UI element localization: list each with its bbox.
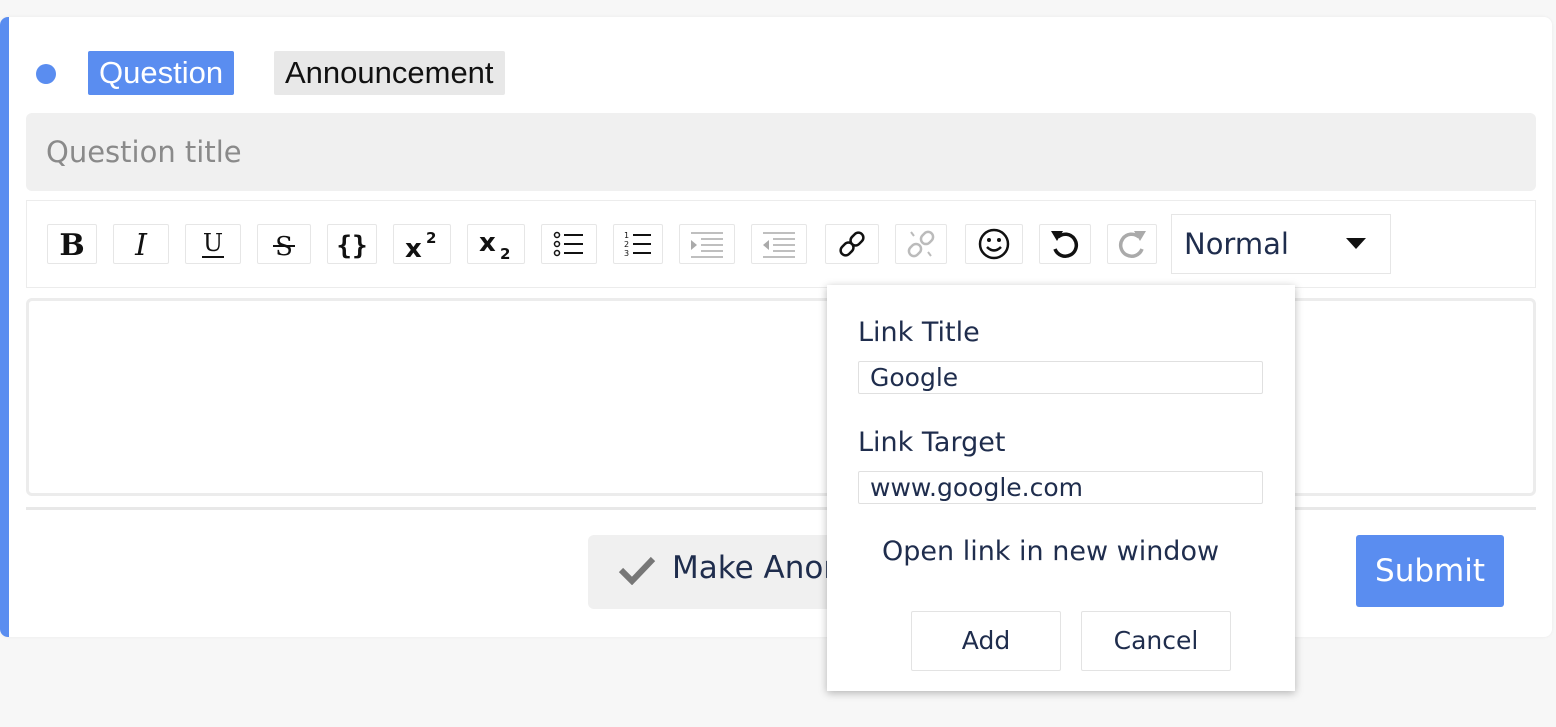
superscript-button[interactable]: x2 bbox=[393, 224, 451, 264]
code-icon: {} bbox=[337, 229, 367, 259]
undo-icon bbox=[1049, 227, 1081, 261]
svg-text:x: x bbox=[405, 234, 422, 260]
svg-text:3: 3 bbox=[624, 249, 629, 258]
post-body-editor[interactable] bbox=[26, 298, 1536, 496]
check-icon bbox=[618, 555, 656, 590]
svg-text:x: x bbox=[479, 228, 496, 258]
unlink-button[interactable] bbox=[895, 224, 947, 264]
italic-icon: I bbox=[126, 229, 156, 259]
svg-text:1: 1 bbox=[624, 231, 629, 240]
indent-button[interactable] bbox=[679, 224, 735, 264]
undo-button[interactable] bbox=[1039, 224, 1091, 264]
superscript-icon: x2 bbox=[403, 228, 441, 260]
link-target-input[interactable] bbox=[858, 471, 1263, 504]
emoji-button[interactable] bbox=[965, 224, 1023, 264]
bold-icon: B bbox=[57, 229, 87, 259]
open-in-new-window-option[interactable]: Open link in new window bbox=[882, 536, 1219, 567]
indent-icon bbox=[689, 229, 725, 259]
strikethrough-button[interactable]: S bbox=[257, 224, 311, 264]
ordered-list-button[interactable]: 1 2 3 bbox=[613, 224, 663, 264]
redo-button[interactable] bbox=[1107, 224, 1157, 264]
editor-toolbar: B I U S {} x2 x 2 1 2 3 Normal bbox=[26, 200, 1536, 288]
block-type-value: Normal bbox=[1184, 227, 1289, 261]
svg-text:B: B bbox=[59, 229, 84, 259]
submit-button[interactable]: Submit bbox=[1356, 535, 1504, 607]
link-button[interactable] bbox=[825, 224, 879, 264]
accent-bar bbox=[0, 17, 9, 637]
subscript-button[interactable]: x2 bbox=[467, 224, 525, 264]
svg-text:2: 2 bbox=[426, 229, 436, 247]
unordered-list-icon bbox=[553, 229, 585, 259]
svg-text:2: 2 bbox=[624, 240, 629, 249]
ordered-list-icon: 1 2 3 bbox=[623, 229, 653, 259]
post-type-indicator bbox=[36, 64, 56, 84]
add-link-button[interactable]: Add bbox=[911, 611, 1061, 671]
strikethrough-icon: S bbox=[269, 229, 299, 259]
link-title-label: Link Title bbox=[858, 317, 980, 348]
outdent-icon bbox=[761, 229, 797, 259]
link-title-input[interactable] bbox=[858, 361, 1263, 394]
unordered-list-button[interactable] bbox=[541, 224, 597, 264]
underline-button[interactable]: U bbox=[185, 224, 241, 264]
cancel-link-button[interactable]: Cancel bbox=[1081, 611, 1231, 671]
block-type-select[interactable]: Normal bbox=[1171, 214, 1391, 274]
new-post-card: Question Announcement B I U S bbox=[0, 17, 1552, 637]
link-icon bbox=[836, 228, 868, 260]
caret-down-icon bbox=[1346, 238, 1366, 249]
svg-text:U: U bbox=[203, 229, 223, 257]
divider bbox=[26, 507, 1536, 510]
svg-text:I: I bbox=[134, 229, 148, 259]
redo-icon bbox=[1116, 227, 1148, 261]
bold-button[interactable]: B bbox=[47, 224, 97, 264]
svg-text:2: 2 bbox=[500, 245, 510, 260]
outdent-button[interactable] bbox=[751, 224, 807, 264]
tab-question[interactable]: Question bbox=[88, 51, 235, 95]
tab-announcement[interactable]: Announcement bbox=[274, 51, 505, 95]
unlink-icon bbox=[905, 228, 937, 260]
svg-text:{}: {} bbox=[337, 231, 367, 259]
italic-button[interactable]: I bbox=[113, 224, 169, 264]
code-button[interactable]: {} bbox=[327, 224, 377, 264]
subscript-icon: x2 bbox=[477, 228, 515, 260]
question-title-input[interactable] bbox=[26, 113, 1536, 191]
link-dialog: Link Title Link Target Open link in new … bbox=[827, 285, 1295, 691]
underline-icon: U bbox=[198, 229, 228, 259]
link-target-label: Link Target bbox=[858, 427, 1006, 458]
emoji-icon bbox=[977, 227, 1011, 261]
